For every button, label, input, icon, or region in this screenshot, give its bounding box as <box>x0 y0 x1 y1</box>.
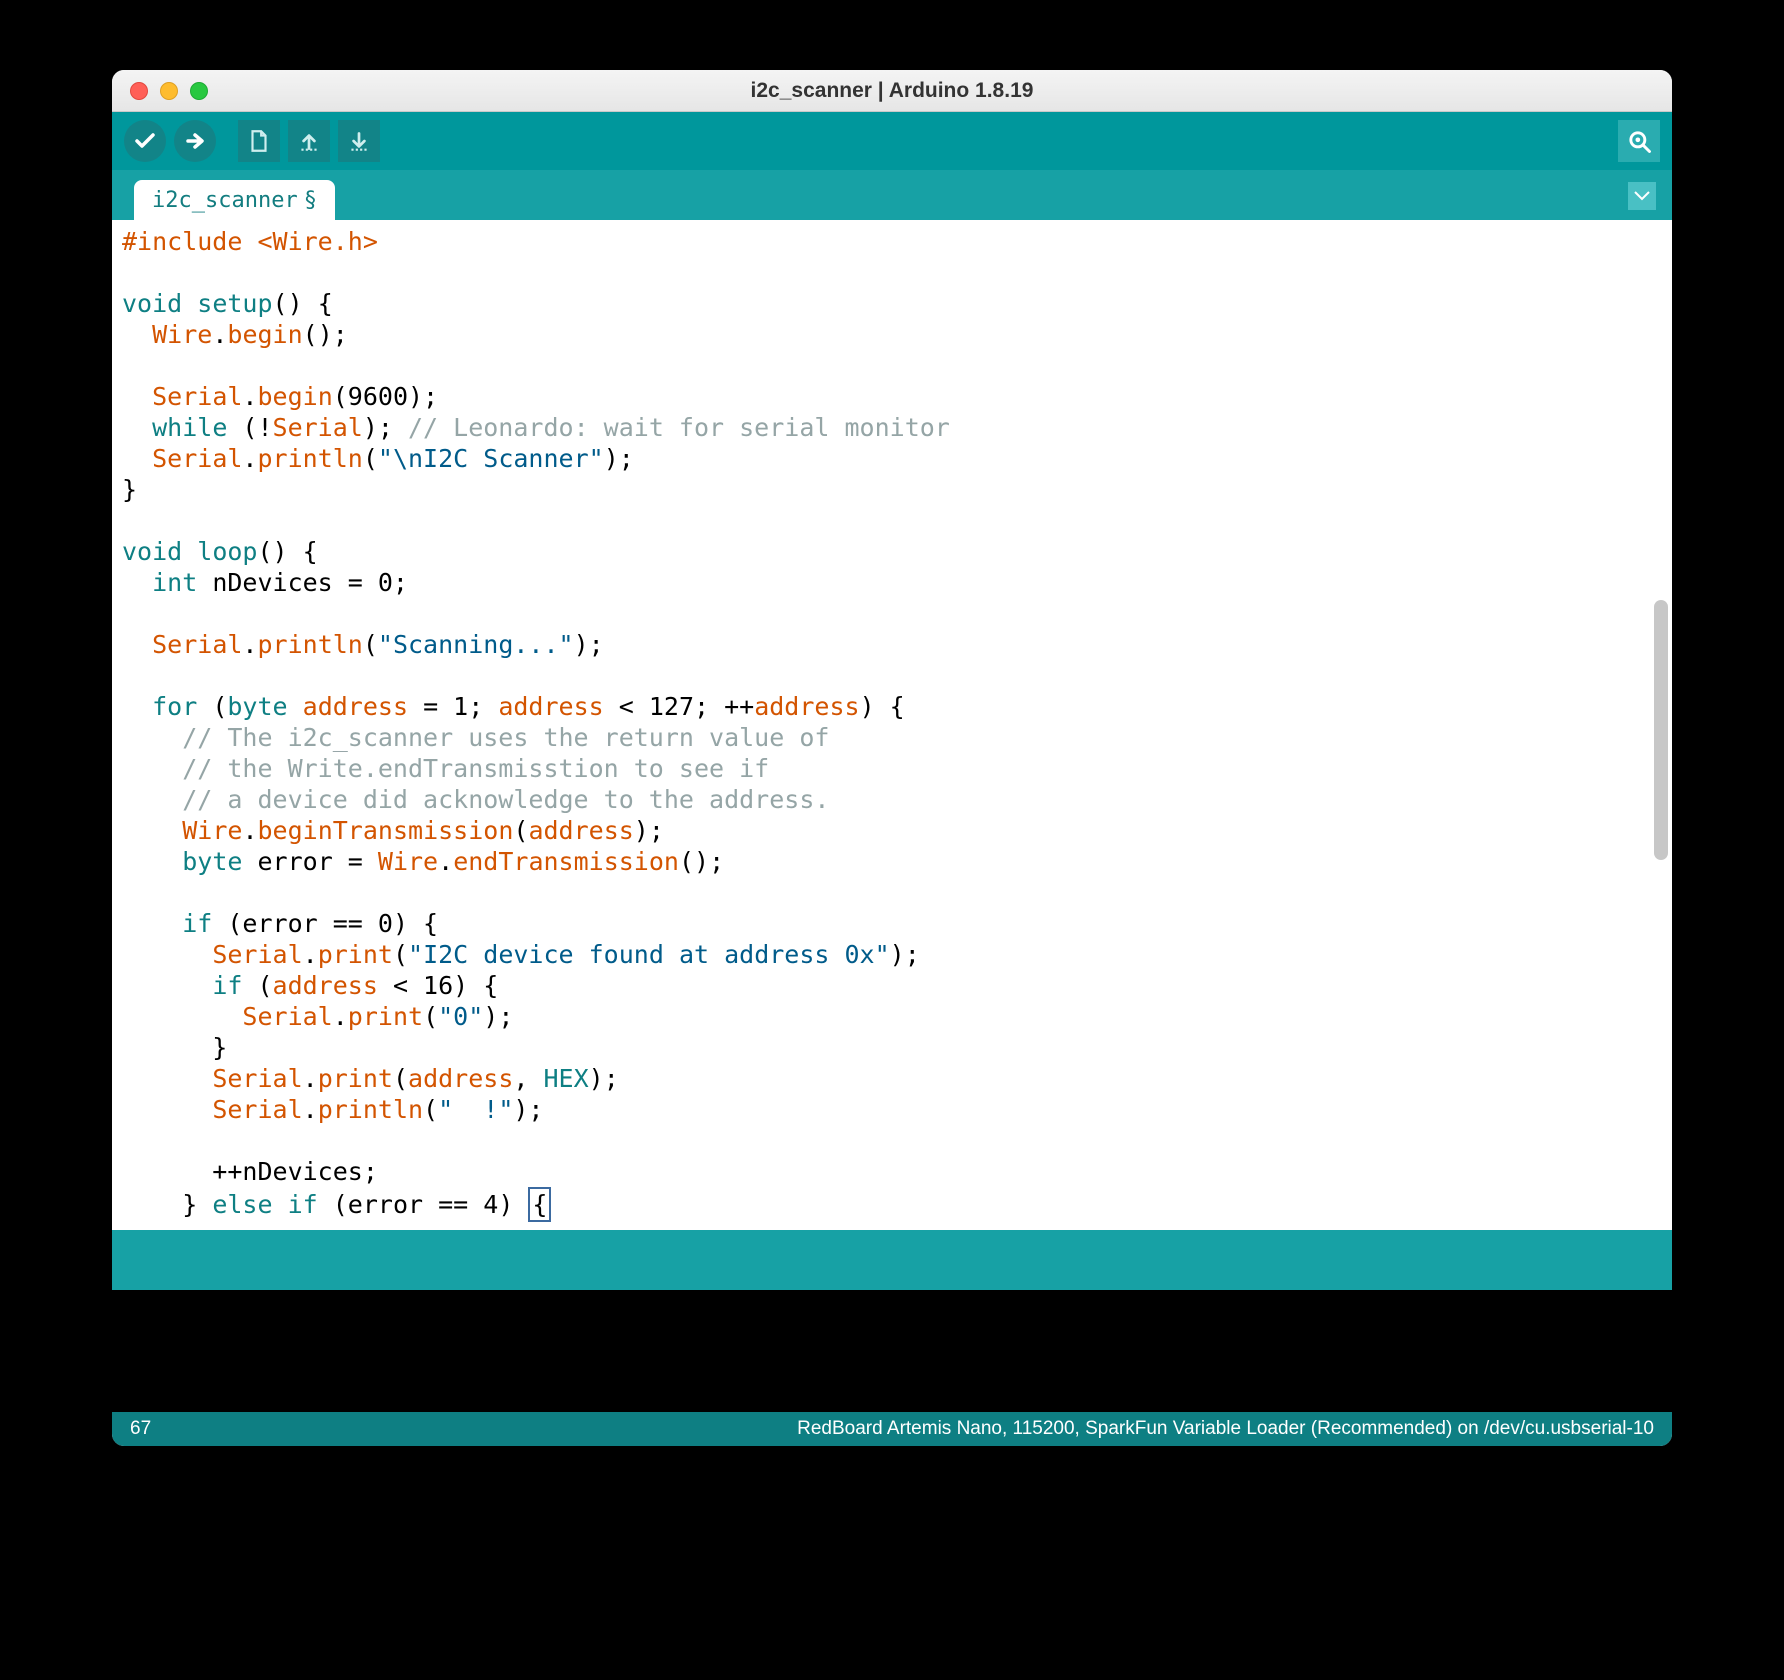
cursor-brace: { <box>528 1187 551 1222</box>
open-sketch-button[interactable] <box>288 120 330 162</box>
tab-i2c-scanner[interactable]: i2c_scanner § <box>134 180 335 220</box>
maximize-icon[interactable] <box>190 82 208 100</box>
tab-label: i2c_scanner <box>152 188 298 213</box>
tab-menu-button[interactable] <box>1628 182 1656 210</box>
tab-bar: i2c_scanner § <box>112 170 1672 220</box>
cursor-line: 67 <box>130 1418 151 1440</box>
titlebar: i2c_scanner | Arduino 1.8.19 <box>112 70 1672 112</box>
code-editor[interactable]: #include <Wire.h> void setup() { Wire.be… <box>112 220 1672 1230</box>
window-title: i2c_scanner | Arduino 1.8.19 <box>112 79 1672 103</box>
save-sketch-button[interactable] <box>338 120 380 162</box>
console-panel[interactable] <box>112 1290 1672 1412</box>
toolbar <box>112 112 1672 170</box>
close-icon[interactable] <box>130 82 148 100</box>
message-bar <box>112 1230 1672 1290</box>
board-info: RedBoard Artemis Nano, 115200, SparkFun … <box>797 1418 1654 1440</box>
minimize-icon[interactable] <box>160 82 178 100</box>
upload-button[interactable] <box>174 120 216 162</box>
vertical-scrollbar[interactable] <box>1654 600 1668 860</box>
verify-button[interactable] <box>124 120 166 162</box>
serial-monitor-button[interactable] <box>1618 120 1660 162</box>
code-content[interactable]: #include <Wire.h> void setup() { Wire.be… <box>112 220 1672 1228</box>
new-sketch-button[interactable] <box>238 120 280 162</box>
traffic-lights <box>112 82 208 100</box>
arduino-ide-window: i2c_scanner | Arduino 1.8.19 i2c_scanner… <box>112 70 1672 1446</box>
status-bar: 67 RedBoard Artemis Nano, 115200, SparkF… <box>112 1412 1672 1446</box>
modified-marker: § <box>304 188 317 213</box>
